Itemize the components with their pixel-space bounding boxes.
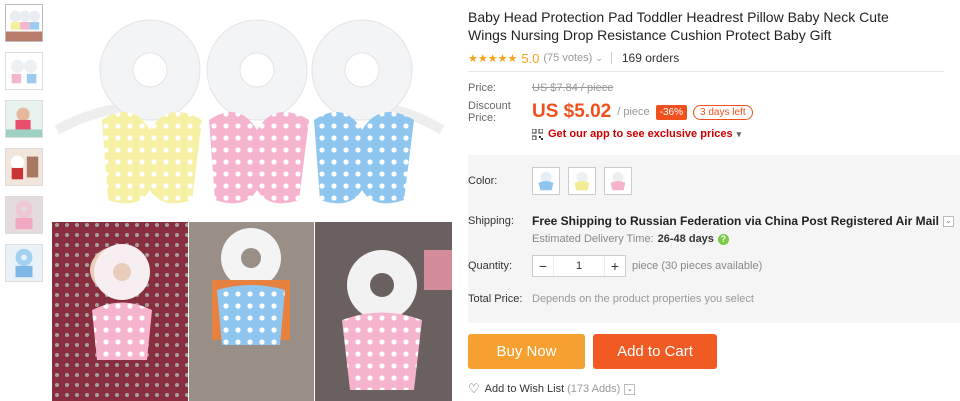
color-options [532, 167, 632, 195]
app-promo-text[interactable]: Get our app to see exclusive prices [548, 128, 733, 140]
total-price-value: Depends on the product properties you se… [532, 293, 754, 305]
chevron-down-icon[interactable]: ⌄ [942, 215, 954, 227]
votes-count[interactable]: (75 votes) [543, 52, 592, 64]
chevron-down-icon[interactable]: ▾ [737, 129, 742, 140]
quantity-decrease-button[interactable]: − [533, 258, 553, 274]
rating-row: ★★★★★ 5.0 (75 votes) ⌄ 169 orders [468, 50, 960, 66]
heart-icon[interactable]: ♡ [468, 381, 480, 397]
app-promo-link[interactable]: Get our app to see exclusive prices ▾ [532, 128, 741, 140]
qr-code-icon [532, 128, 543, 140]
chevron-down-icon[interactable]: ⌄ [595, 53, 603, 64]
add-to-wishlist[interactable]: ♡ Add to Wish List (173 Adds) ⌄ [468, 381, 636, 397]
total-price-label: Total Price: [468, 293, 523, 305]
thumbnail-6[interactable] [5, 244, 43, 282]
current-price: US $5.02 [532, 101, 612, 122]
divider [468, 71, 944, 72]
price-label: Price: [468, 82, 497, 94]
buy-now-button[interactable]: Buy Now [468, 334, 585, 369]
wishlist-label[interactable]: Add to Wish List [485, 383, 564, 395]
quantity-increase-button[interactable]: + [605, 258, 625, 274]
discount-price-row: Discount Price: US $5.02 / piece -36% 3 … [468, 100, 753, 124]
discount-price-label: Discount Price: [468, 100, 511, 124]
thumbnail-5[interactable] [5, 196, 43, 234]
color-option-yellow[interactable] [568, 167, 596, 195]
rating-value: 5.0 [521, 50, 540, 66]
main-product-image[interactable] [52, 0, 452, 401]
thumbnail-strip [5, 4, 45, 292]
days-left-badge: 3 days left [693, 104, 753, 120]
shipping-method[interactable]: Free Shipping to Russian Federation via … [532, 214, 939, 228]
price-unit: / piece [617, 106, 650, 118]
orders-count: 169 orders [621, 51, 680, 65]
color-row: Color: [468, 167, 632, 195]
thumbnail-4[interactable] [5, 148, 43, 186]
discount-badge: -36% [655, 104, 688, 120]
delivery-estimate-row: Estimated Delivery Time: 26-48 days ? [532, 233, 729, 245]
add-to-cart-button[interactable]: Add to Cart [593, 334, 717, 369]
color-label: Color: [468, 175, 498, 187]
help-icon[interactable]: ? [717, 233, 729, 245]
thumbnail-2[interactable] [5, 52, 43, 90]
delivery-estimate-value: 26-48 days [657, 233, 714, 245]
chevron-down-icon[interactable]: ⌄ [624, 383, 636, 395]
quantity-label: Quantity: [468, 260, 513, 272]
options-panel: Color: Shipping: Free Shipping to Russia… [468, 155, 960, 323]
color-option-pink[interactable] [604, 167, 632, 195]
shipping-label: Shipping: [468, 215, 514, 227]
shipping-row: Shipping: Free Shipping to Russian Feder… [468, 214, 954, 228]
original-price: US $7.84 / piece [532, 82, 614, 94]
thumbnail-3[interactable] [5, 100, 43, 138]
product-title: Baby Head Protection Pad Toddler Headres… [468, 9, 889, 43]
delivery-estimate-label: Estimated Delivery Time: [532, 233, 654, 245]
original-price-row: Price: US $7.84 / piece [468, 82, 613, 94]
wishlist-count: (173 Adds) [567, 383, 621, 395]
quantity-stepper: − 1 + [532, 255, 626, 277]
thumbnail-1[interactable] [5, 4, 43, 42]
quantity-row: Quantity: − 1 + piece (30 pieces availab… [468, 255, 762, 277]
product-info: Baby Head Protection Pad Toddler Headres… [468, 0, 960, 401]
total-price-row: Total Price: Depends on the product prop… [468, 293, 754, 305]
color-option-blue[interactable] [532, 167, 560, 195]
star-rating-icon: ★★★★★ [468, 52, 518, 65]
quantity-availability: piece (30 pieces available) [632, 260, 763, 272]
divider [610, 52, 612, 64]
quantity-input[interactable]: 1 [553, 256, 605, 276]
